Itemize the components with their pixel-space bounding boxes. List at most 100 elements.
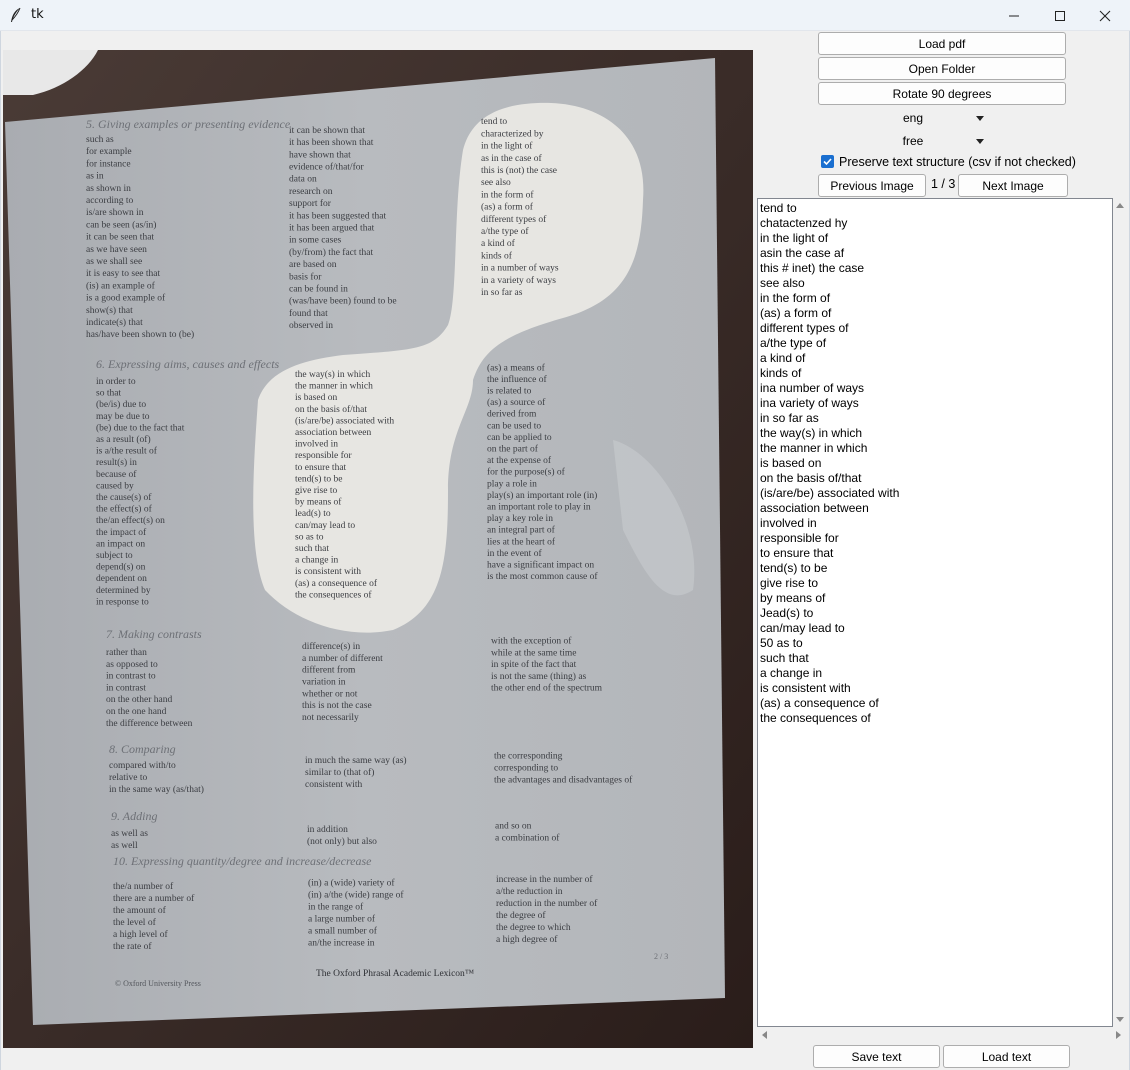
preserve-structure-label[interactable]: Preserve text structure (csv if not chec… (839, 155, 1076, 169)
document-phrase: such as (86, 135, 114, 145)
scroll-down-icon[interactable] (1116, 1017, 1124, 1022)
ocr-text-line: see also (760, 276, 805, 290)
document-phrase: the effect(s) of (96, 504, 153, 515)
checkmark-icon (823, 158, 832, 166)
ocr-text-line: ina number of ways (760, 381, 865, 395)
next-image-button[interactable]: Next Image (958, 174, 1068, 197)
document-phrase: to ensure that (295, 463, 347, 473)
section-heading: 10. Expressing quantity/degree and incre… (113, 854, 372, 868)
document-phrase: for the purpose(s) of (487, 467, 566, 478)
document-phrase: support for (289, 198, 332, 209)
ocr-text-line: give rise to (760, 576, 819, 590)
mode-select[interactable]: free (818, 131, 1066, 152)
ocr-text-line: a change in (760, 666, 823, 680)
section-heading: 6. Expressing aims, causes and effects (96, 357, 280, 371)
document-phrase: according to (86, 196, 133, 206)
open-folder-button[interactable]: Open Folder (818, 57, 1066, 80)
scroll-left-icon[interactable] (762, 1031, 767, 1039)
section-heading: 7. Making contrasts (106, 627, 202, 641)
document-phrase: in contrast to (106, 672, 156, 682)
ocr-text-lines: tend to chatactenzed hy in the light of asi… (759, 201, 899, 726)
document-phrase: an impact on (96, 539, 145, 549)
chevron-down-icon (976, 139, 984, 144)
document-phrase: subject to (96, 551, 133, 561)
rotate-button[interactable]: Rotate 90 degrees (818, 82, 1066, 105)
scroll-right-icon[interactable] (1116, 1031, 1121, 1039)
document-phrase: the impact of (96, 527, 147, 538)
document-phrase: it is easy to see that (86, 269, 160, 279)
document-phrase: an integral part of (487, 525, 556, 536)
document-phrase: is not the same (thing) as (491, 671, 587, 682)
document-phrase: can be applied to (487, 433, 552, 443)
document-phrase: has/have been shown to (be) (86, 329, 194, 340)
document-phrase: this is (not) the case (481, 165, 557, 176)
minimize-icon (1009, 15, 1019, 16)
document-page-number: 2 / 3 (654, 952, 668, 961)
document-phrase: basis for (289, 271, 322, 282)
document-phrase: (be) due to the fact that (96, 422, 185, 433)
document-phrase: kinds of (481, 250, 513, 261)
document-phrase: in the form of (481, 189, 534, 200)
ocr-text-line: a kind of (760, 351, 806, 365)
ocr-text-area[interactable]: tend to chatactenzed hy in the light of asi… (757, 198, 1113, 1027)
document-phrase: the corresponding (494, 751, 563, 761)
document-phrase: the rate of (113, 941, 152, 952)
document-phrase: the consequences of (295, 589, 372, 600)
ocr-text-line: the way(s) in which (760, 426, 863, 440)
document-phrase: is a/the result of (96, 446, 158, 457)
preserve-structure-checkbox[interactable] (821, 155, 834, 168)
document-phrase: relative to (109, 773, 147, 783)
document-phrase: it can be seen that (86, 233, 154, 243)
vertical-scrollbar[interactable] (1113, 198, 1127, 1027)
document-phrase: a number of different (302, 653, 383, 664)
page-indicator: 1 / 3 (931, 177, 956, 191)
ocr-text-line: asin the case af (760, 246, 845, 260)
document-phrase: the degree of (496, 910, 546, 921)
document-footer-center: The Oxford Phrasal Academic Lexicon™ (316, 968, 475, 979)
document-phrase: in some cases (289, 236, 342, 246)
document-photo: 5. Giving examples or presenting evidenc… (3, 50, 753, 1048)
ocr-text-line: to ensure that (760, 546, 834, 560)
document-phrase: (is/are/be) associated with (295, 415, 394, 426)
document-phrase: can be seen (as/in) (86, 219, 156, 230)
ocr-text-line: 50 as to (760, 636, 803, 650)
document-phrase: give rise to (295, 486, 337, 496)
document-phrase: in addition (307, 825, 348, 835)
document-phrase: an important role to play in (487, 503, 591, 513)
load-pdf-button[interactable]: Load pdf (818, 32, 1066, 55)
document-phrase: the difference between (106, 718, 193, 729)
document-phrase: a change in (295, 556, 339, 566)
close-button[interactable] (1082, 0, 1128, 31)
ocr-text-line: such that (760, 651, 809, 665)
document-phrase: (in) a (wide) variety of (308, 877, 395, 888)
document-phrase: a high level of (113, 929, 168, 940)
image-canvas[interactable]: 5. Giving examples or presenting evidenc… (3, 50, 753, 1048)
scroll-up-icon[interactable] (1116, 203, 1124, 208)
document-phrase: a high degree of (496, 934, 558, 945)
maximize-button[interactable] (1037, 0, 1083, 31)
document-phrase: the advantages and disadvantages of (494, 774, 633, 785)
minimize-button[interactable] (991, 0, 1037, 31)
document-phrase: are based on (289, 260, 337, 270)
document-phrase: as a result (of) (96, 434, 151, 445)
document-phrase: in spite of the fact that (491, 659, 577, 670)
document-phrase: while at the same time (491, 648, 576, 658)
language-select[interactable]: eng (818, 108, 1066, 129)
ocr-text-line: by means of (760, 591, 826, 605)
document-phrase: can be used to (487, 421, 541, 431)
document-phrase: increase in the number of (496, 874, 593, 885)
document-phrase: compared with/to (109, 761, 176, 771)
document-phrase: consistent with (305, 780, 363, 790)
ocr-text-line: in so far as (760, 411, 819, 425)
document-phrase: so as to (295, 532, 324, 542)
document-phrase: on the one hand (106, 707, 167, 717)
load-text-button[interactable]: Load text (943, 1045, 1070, 1068)
previous-image-button[interactable]: Previous Image (818, 174, 926, 197)
save-text-button[interactable]: Save text (813, 1045, 940, 1068)
horizontal-scrollbar[interactable] (757, 1028, 1127, 1042)
document-phrase: on the other hand (106, 695, 172, 705)
document-phrase: (not only) but also (307, 836, 377, 847)
document-phrase: on the part of (487, 444, 539, 455)
document-phrase: different types of (481, 214, 547, 225)
document-phrase: on the basis of/that (295, 404, 367, 415)
